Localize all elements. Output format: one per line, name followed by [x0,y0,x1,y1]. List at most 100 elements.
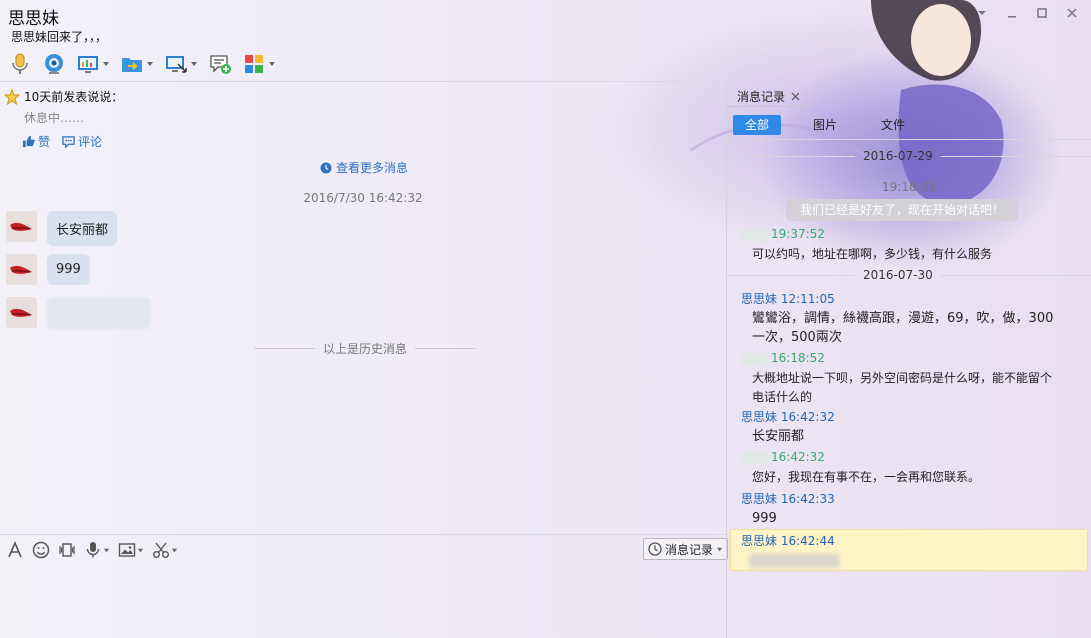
scissors-icon [153,542,169,558]
voice-message-button[interactable] [84,541,110,559]
avatar[interactable] [6,211,37,242]
sender-name: 思思妹 [741,492,778,506]
filter-images[interactable]: 图片 [801,115,849,135]
window-controls [969,2,1085,24]
comment-icon [62,136,75,148]
chat-message: 长安丽都 [6,211,118,246]
date-separator: 2016-07-30 [727,268,1091,282]
maximize-icon[interactable] [1029,2,1055,24]
chevron-down-icon [269,62,275,66]
message-history-panel: 消息记录 全部 图片 文件 2016-07-29 19:18:33 我们已经是好… [727,82,1091,638]
message-text: 999 [752,511,777,526]
avatar[interactable] [6,254,37,285]
voice-call-button[interactable] [6,50,34,78]
chevron-down-icon [103,62,109,66]
screen-share-icon [78,56,98,73]
like-label: 赞 [38,135,51,149]
tab-message-history[interactable]: 消息记录 [737,88,800,105]
chat-pane: 10天前发表说说： 休息中…… 赞 评论 查看更多消息 2016/7/30 16… [0,82,726,534]
chevron-down-icon [103,548,110,552]
chevron-down-icon [147,62,153,66]
input-divider [0,534,726,535]
like-button[interactable]: 赞 [22,133,50,150]
chat-message: 999 [6,254,90,285]
lips-avatar-icon [6,297,37,328]
comment-button[interactable]: 评论 [62,133,102,150]
redacted-sender-name [741,228,769,241]
system-time: 19:18:33 [882,180,936,194]
view-more-messages-label: 查看更多消息 [336,161,409,175]
redacted-sender-name [741,352,769,365]
filter-files[interactable]: 文件 [869,115,917,135]
message-text: 长安丽都 [752,429,805,444]
message-time: 19:37:52 [771,227,825,241]
start-discussion-button[interactable] [206,50,234,78]
folder-send-icon [122,58,142,72]
clock-icon [320,162,332,173]
vibrate-icon [59,543,75,557]
image-button[interactable] [118,541,144,559]
message-header: 16:18:52 [741,351,825,365]
message-input[interactable] [0,562,726,638]
chevron-down-icon [137,548,144,552]
lips-avatar-icon [6,254,37,285]
history-list: 2016-07-29 19:18:33 我们已经是好友了，现在开始对话吧！ 19… [727,140,1091,638]
avatar[interactable] [6,297,37,328]
clock-icon [648,542,662,556]
message-header: 16:42:32 [741,450,825,464]
input-toolbar [6,539,178,561]
feed-title: 10天前发表说说： [24,90,124,104]
shake-button[interactable] [58,541,76,559]
webcam-icon [45,54,63,74]
chevron-down-icon [191,62,197,66]
remote-desktop-button[interactable] [162,50,200,78]
history-filters: 全部 图片 文件 [733,115,917,135]
apps-grid-icon [245,55,263,73]
apps-button[interactable] [240,50,278,78]
message-text: 可以约吗，地址在哪啊，多少钱，有什么服务 [752,247,993,261]
filter-all[interactable]: 全部 [733,115,782,135]
message-time: 16:18:52 [771,351,825,365]
minimize-icon[interactable] [999,2,1025,24]
close-icon[interactable] [1059,2,1085,24]
message-header: 思思妹 16:42:44 [741,532,835,549]
view-more-messages-link[interactable]: 查看更多消息 [320,159,408,176]
image-icon [118,543,136,557]
message-text: 您好，我现在有事不在，一会再和您联系。 [752,470,981,484]
chat-add-icon [210,55,231,74]
close-icon[interactable] [791,92,800,101]
message-time: 16:42:32 [771,450,825,464]
dropdown-icon[interactable] [969,2,995,24]
feed-actions: 赞 评论 [22,133,102,150]
message-bubble: 999 [47,254,90,285]
screen-share-button[interactable] [74,50,112,78]
comment-label: 评论 [78,135,103,149]
message-text: 鸞鸞浴，調情，絲襪高跟，漫遊，69，吹，做，300一次，500兩次 [752,311,1054,345]
font-button[interactable] [6,541,24,559]
send-file-button[interactable] [118,50,156,78]
thumbs-up-icon [22,135,35,148]
sender-name: 思思妹 [741,410,778,424]
message-time: 16:42:32 [780,410,835,424]
chevron-down-icon [716,547,723,551]
title-bar: 思思妹 思思妹回来了，，， [0,0,1091,48]
star-icon [4,88,20,105]
message-header: 思思妹 16:42:33 [741,490,835,507]
sender-name: 思思妹 [741,534,778,548]
redacted-message-bubble [47,297,151,329]
video-call-button[interactable] [40,50,68,78]
tab-underline [727,106,809,107]
screenshot-button[interactable] [152,541,178,559]
window-title: 思思妹 [8,9,59,29]
history-divider: 以上是历史消息 [254,340,477,357]
message-time: 12:11:05 [780,292,835,306]
emoji-button[interactable] [32,541,50,559]
history-divider-label: 以上是历史消息 [323,342,408,356]
chevron-down-icon [171,548,178,552]
message-history-button[interactable]: 消息记录 [643,538,729,560]
date-separator: 2016-07-29 [727,149,1091,163]
message-time: 16:42:33 [780,492,835,506]
font-icon [8,541,22,558]
date-label: 2016-07-29 [863,149,933,163]
system-note: 我们已经是好友了，现在开始对话吧！ [786,199,1018,221]
